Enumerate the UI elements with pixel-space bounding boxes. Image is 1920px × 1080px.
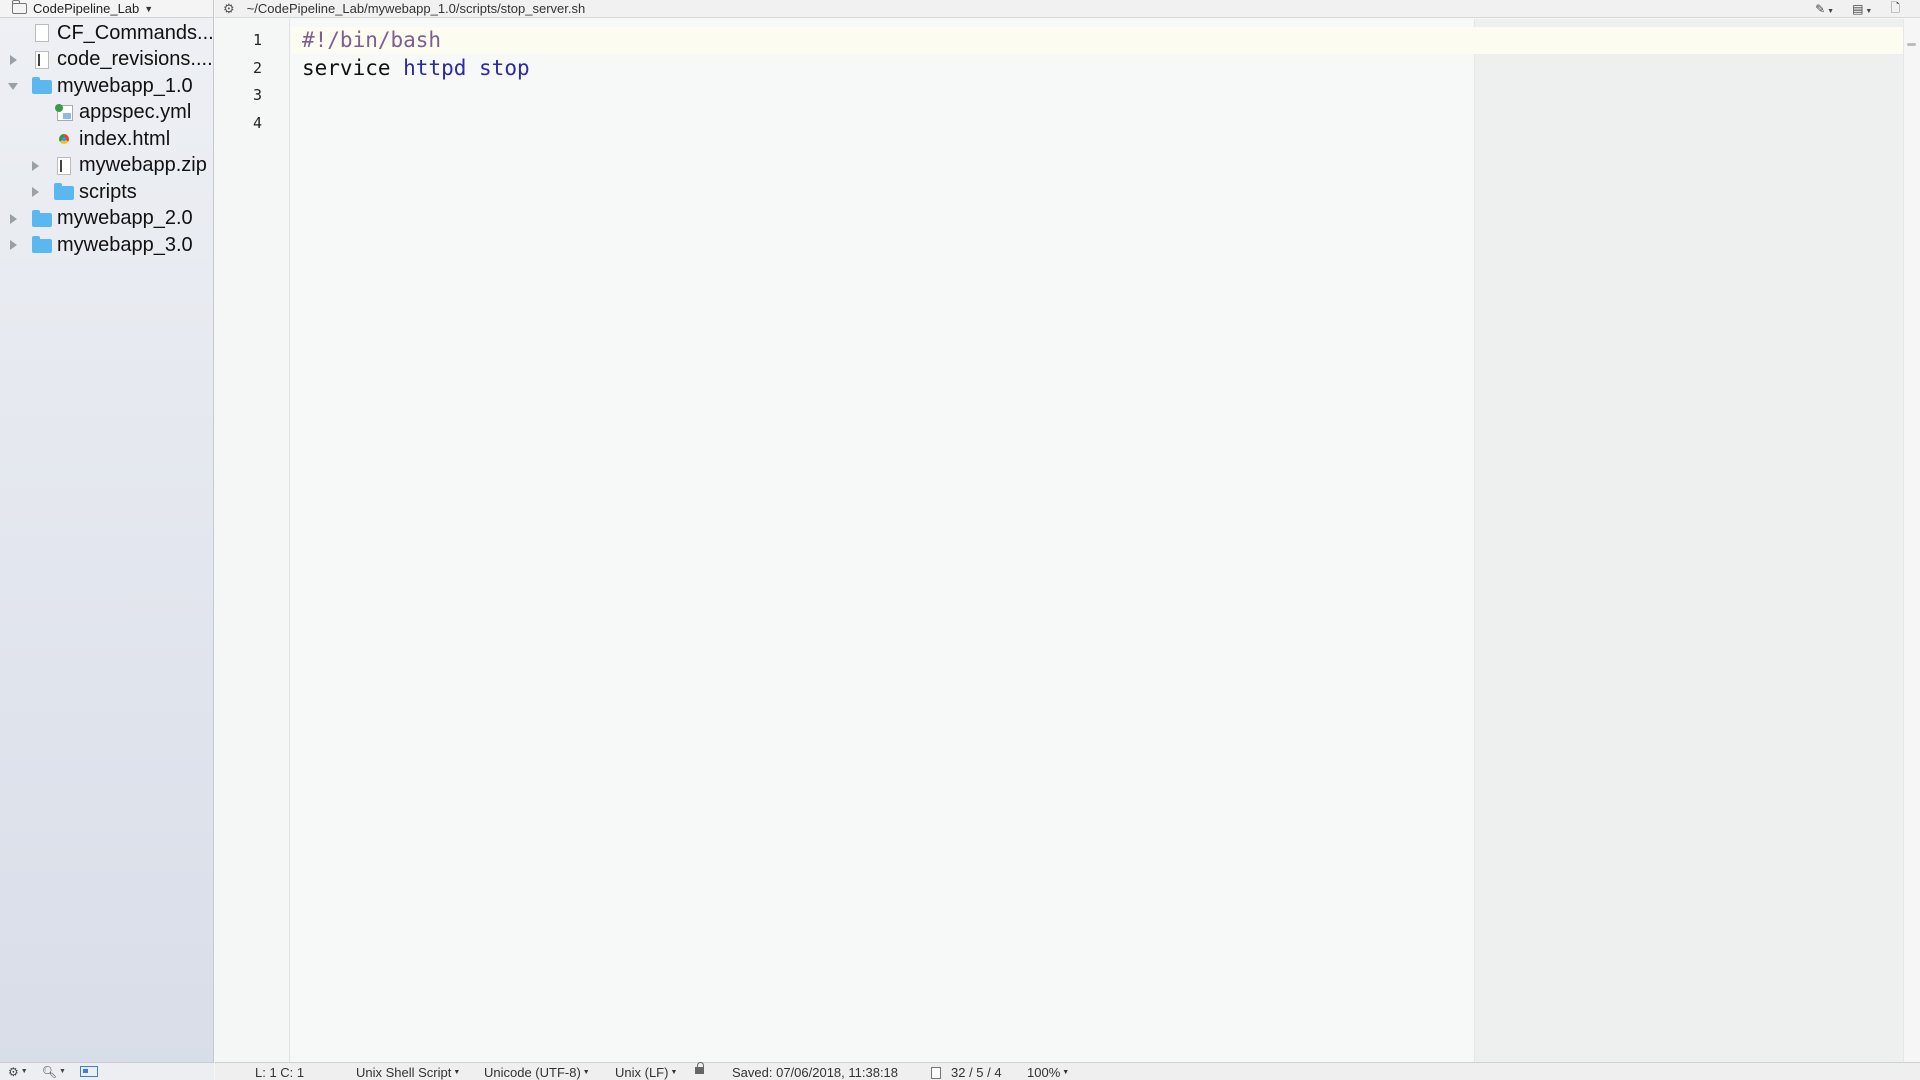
zoom-selector[interactable]: 100% ▼ bbox=[1027, 1065, 1069, 1080]
disclosure-open-icon[interactable] bbox=[8, 83, 18, 90]
disclosure-closed-icon[interactable] bbox=[10, 213, 17, 224]
disclosure-closed-icon[interactable] bbox=[32, 187, 39, 197]
lock-icon bbox=[695, 1062, 704, 1074]
code-line[interactable]: service httpd stop bbox=[302, 56, 530, 80]
tree-item-label: code_revisions.... bbox=[57, 48, 213, 70]
folder-icon bbox=[32, 77, 52, 94]
tree-item[interactable]: index.html bbox=[0, 126, 214, 152]
yml-file-icon bbox=[55, 103, 73, 121]
code-editor[interactable] bbox=[291, 19, 1474, 1062]
document-icon bbox=[35, 24, 49, 42]
project-name: CodePipeline_Lab bbox=[33, 1, 140, 16]
line-number-gutter: 1 2 3 4 bbox=[215, 19, 290, 1062]
code-token: httpd bbox=[403, 55, 467, 80]
line-number: 4 bbox=[252, 113, 262, 132]
document-counts: 32 / 5 / 4 bbox=[951, 1065, 1002, 1080]
gear-menu-button[interactable]: ⚙ ▼ bbox=[8, 1065, 28, 1079]
folder-icon bbox=[54, 183, 74, 200]
tree-item-label: appspec.yml bbox=[79, 101, 192, 123]
line-endings-label: Unix (LF) bbox=[615, 1065, 669, 1080]
document-icon bbox=[57, 156, 71, 175]
line-number: 3 bbox=[252, 86, 262, 104]
line-number: 2 bbox=[252, 58, 262, 77]
file-path: ~/CodePipeline_Lab/mywebapp_1.0/scripts/… bbox=[246, 1, 586, 16]
document-stats[interactable]: 32 / 5 / 4 bbox=[931, 1065, 1002, 1080]
tree-item-label: index.html bbox=[79, 127, 171, 150]
code-token: stop bbox=[479, 55, 530, 80]
tree-item-label: mywebapp_1.0 bbox=[57, 74, 193, 97]
tree-item[interactable]: CF_Commands.... bbox=[0, 20, 214, 46]
lock-button[interactable] bbox=[695, 1062, 704, 1074]
encoding-label: Unicode (UTF-8) bbox=[484, 1065, 581, 1080]
vertical-scrollbar[interactable] bbox=[1903, 19, 1920, 1062]
folder-icon bbox=[12, 0, 27, 14]
tree-item-label: mywebapp_2.0 bbox=[57, 207, 193, 229]
search-menu-button[interactable]: 🔍︎ ▼ bbox=[42, 1065, 66, 1079]
tree-item[interactable]: code_revisions.... bbox=[0, 47, 214, 73]
saved-timestamp: Saved: 07/06/2018, 11:38:18 bbox=[732, 1065, 899, 1080]
tree-item-label: scripts bbox=[79, 180, 137, 203]
tree-item[interactable]: mywebapp_2.0 bbox=[0, 206, 214, 232]
sidebar-footer: ⚙ ▼ 🔍︎ ▼ bbox=[0, 1062, 214, 1080]
status-bar: L: 1 C: 1 Unix Shell Script ▼ Unicode (UT… bbox=[215, 1062, 1920, 1080]
html-file-icon bbox=[59, 134, 69, 144]
line-number: 1 bbox=[252, 31, 262, 49]
folder-icon bbox=[32, 209, 52, 227]
scrollbar-thumb[interactable] bbox=[1907, 43, 1916, 46]
sidebar: CodePipeline_Lab ▼ CF_Commands.... code_r… bbox=[0, 0, 214, 1080]
tree-item[interactable]: mywebapp_3.0 bbox=[0, 232, 214, 258]
zoom-level: 100% bbox=[1027, 1065, 1061, 1080]
editor-header: ⚙ ~/CodePipeline_Lab/mywebapp_1.0/script… bbox=[215, 0, 1920, 18]
page-icon bbox=[931, 1066, 941, 1079]
disclosure-closed-icon[interactable] bbox=[10, 54, 17, 65]
code-token: service bbox=[302, 55, 404, 80]
language-selector[interactable]: Unix Shell Script ▼ bbox=[356, 1065, 460, 1080]
line-endings-selector[interactable]: Unix (LF) ▼ bbox=[615, 1065, 677, 1080]
disclosure-closed-icon[interactable] bbox=[10, 240, 17, 250]
toggle-panel-button[interactable] bbox=[79, 1066, 98, 1077]
tree-item-label: CF_Commands.... bbox=[57, 21, 214, 44]
gear-icon[interactable]: ⚙ bbox=[223, 1, 235, 17]
chevron-down-icon: ▼ bbox=[144, 3, 154, 14]
disclosure-closed-icon[interactable] bbox=[32, 160, 39, 171]
language-label: Unix Shell Script bbox=[356, 1065, 452, 1080]
pen-icon[interactable]: ✎ ▼ bbox=[1815, 2, 1834, 16]
folder-icon bbox=[32, 236, 52, 253]
cursor-position[interactable]: L: 1 C: 1 bbox=[255, 1065, 304, 1080]
tree-item[interactable]: mywebapp.zip bbox=[0, 153, 214, 179]
new-document-icon[interactable]: 🗋 bbox=[1890, 0, 1900, 20]
code-token: #!/bin/bash bbox=[302, 28, 442, 52]
page-guide-area bbox=[1474, 19, 1903, 1062]
document-icon bbox=[35, 50, 49, 69]
code-line[interactable]: #!/bin/bash bbox=[302, 28, 441, 52]
encoding-selector[interactable]: Unicode (UTF-8) ▼ bbox=[484, 1065, 590, 1080]
tree-item-label: mywebapp.zip bbox=[79, 154, 207, 176]
tree-item[interactable]: appspec.yml bbox=[0, 100, 214, 126]
current-line-highlight bbox=[291, 27, 1903, 54]
tree-item[interactable]: scripts bbox=[0, 179, 214, 205]
project-selector[interactable]: CodePipeline_Lab ▼ bbox=[0, 0, 213, 18]
panel-icon bbox=[79, 1066, 98, 1077]
document-menu-icon[interactable]: ▤ ▼ bbox=[1852, 2, 1872, 16]
tree-item-label: mywebapp_3.0 bbox=[57, 233, 193, 256]
tree-item[interactable]: mywebapp_1.0 bbox=[0, 73, 214, 99]
